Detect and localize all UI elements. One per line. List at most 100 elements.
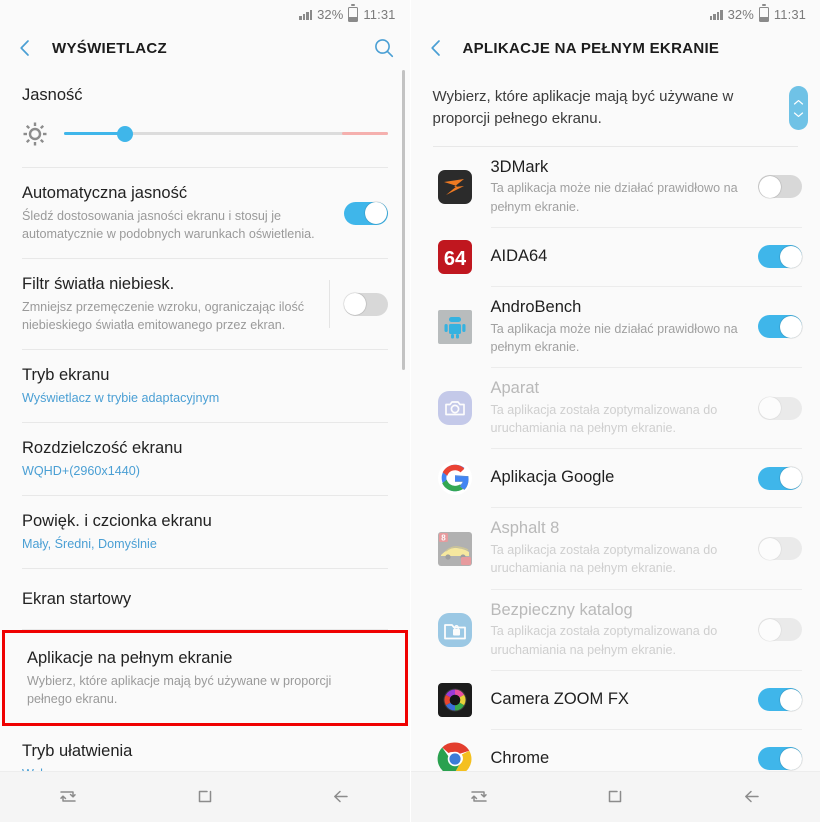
setting-row-blue-light-filter[interactable]: Filtr światła niebiesk. Zmniejsz przemęc…: [0, 259, 410, 349]
action-bar: WYŚWIETLACZ: [0, 28, 410, 68]
clock-label: 11:31: [773, 6, 806, 22]
highlight-box-fullscreen-apps: Aplikacje na pełnym ekranie Wybierz, któ…: [2, 629, 408, 726]
toggle-knob: [779, 467, 802, 490]
dual-screenshot: 32% 11:31 WYŚWIETLACZ Jasność Automatycz…: [0, 0, 820, 822]
app-row-secure-folder[interactable]: Bezpieczny katalog Ta aplikacja została …: [411, 590, 820, 670]
clock-label: 11:31: [363, 6, 396, 22]
setting-subtitle: Wyłączone: [22, 765, 376, 771]
fullscreen-apps-list[interactable]: Wybierz, które aplikacje mają być używan…: [410, 68, 820, 771]
toggle-chrome[interactable]: [758, 747, 802, 771]
setting-row-auto-brightness[interactable]: Automatyczna jasność Śledź dostosowania …: [0, 168, 410, 258]
setting-row-fullscreen-apps[interactable]: Aplikacje na pełnym ekranie Wybierz, któ…: [5, 633, 405, 723]
right-phone-screen: 32% 11:31 APLIKACJE NA PEŁNYM EKRANIE Wy…: [410, 0, 820, 822]
chrome-icon: [437, 741, 473, 771]
action-bar: APLIKACJE NA PEŁNYM EKRANIE: [410, 28, 820, 68]
setting-title: Tryb ułatwienia: [22, 742, 133, 760]
slider-fill: [64, 132, 126, 135]
app-row-asphalt8[interactable]: 8 Asphalt 8 Ta aplikacja została zoptyma…: [411, 508, 820, 588]
app-row-chrome[interactable]: Chrome: [411, 730, 820, 771]
slider-thumb[interactable]: [117, 126, 134, 142]
left-settings-list[interactable]: Jasność Automatyczna jasność Śledź dosto…: [0, 68, 410, 771]
app-name: Camera ZOOM FX: [490, 690, 629, 709]
app-subtitle: Ta aplikacja została zoptymalizowana do …: [490, 543, 718, 576]
app-texts: Bezpieczny katalog Ta aplikacja została …: [491, 601, 759, 659]
app-row-aparat[interactable]: Aparat Ta aplikacja została zoptymalizow…: [411, 368, 820, 448]
setting-subtitle: Zmniejsz przemęczenie wzroku, ograniczaj…: [22, 299, 305, 332]
brightness-slider-row[interactable]: [0, 111, 410, 167]
toggle-blue-light-filter[interactable]: [343, 292, 388, 316]
toggle-separator: [328, 280, 330, 329]
toggle-aparat[interactable]: [758, 396, 802, 420]
setting-row-easy-mode[interactable]: Tryb ułatwienia Wyłączone: [0, 726, 410, 771]
toggle-knob: [779, 688, 802, 711]
toggle-androbench[interactable]: [758, 315, 802, 339]
home-square-icon[interactable]: [175, 777, 235, 817]
back-arrow-icon[interactable]: [722, 777, 782, 817]
toggle-knob: [758, 537, 781, 560]
setting-row-screen-resolution[interactable]: Rozdzielczość ekranu WQHD+(2960x1440): [0, 423, 410, 495]
app-name: Bezpieczny katalog: [490, 600, 633, 619]
battery-percent-label: 32%: [317, 6, 344, 22]
toggle-asphalt8[interactable]: [758, 537, 802, 561]
toggle-auto-brightness[interactable]: [343, 201, 388, 225]
aida64-icon: 64: [437, 239, 473, 275]
app-row-androbench[interactable]: AndroBench Ta aplikacja może nie działać…: [411, 287, 820, 367]
toggle-aida64[interactable]: [758, 245, 802, 269]
recents-icon[interactable]: [449, 777, 509, 817]
toggle-knob: [779, 245, 802, 268]
scrollbar[interactable]: [402, 70, 405, 370]
setting-texts: Powięk. i czcionka ekranu Mały, Średni, …: [22, 511, 388, 553]
toggle-knob: [758, 397, 781, 420]
app-name: AIDA64: [490, 246, 548, 265]
list-description: Wybierz, które aplikacje mają być używan…: [432, 88, 734, 127]
toggle-knob: [365, 202, 387, 225]
back-chevron-icon[interactable]: [425, 37, 447, 59]
slider-warm-segment: [342, 132, 388, 135]
app-row-aida64[interactable]: 64 AIDA64: [411, 228, 820, 286]
setting-texts: Aplikacje na pełnym ekranie Wybierz, któ…: [27, 648, 383, 708]
app-texts: AIDA64: [491, 247, 759, 267]
setting-texts: Filtr światła niebiesk. Zmniejsz przemęc…: [22, 274, 329, 334]
setting-row-screen-zoom-font[interactable]: Powięk. i czcionka ekranu Mały, Średni, …: [0, 496, 410, 568]
page-title: APLIKACJE NA PEŁNYM EKRANIE: [462, 39, 720, 57]
status-bar: 32% 11:31: [0, 0, 410, 28]
app-row-google[interactable]: Aplikacja Google: [411, 449, 820, 507]
brightness-slider[interactable]: [64, 125, 388, 143]
home-square-icon[interactable]: [585, 777, 645, 817]
svg-text:64: 64: [443, 248, 466, 270]
app-row-3dmark[interactable]: 3DMark Ta aplikacja może nie działać pra…: [411, 147, 820, 227]
scroll-up-down-icon[interactable]: [789, 86, 808, 130]
app-texts: Aparat Ta aplikacja została zoptymalizow…: [491, 379, 759, 437]
app-name: 3DMark: [490, 157, 549, 176]
battery-percent-label: 32%: [727, 6, 754, 22]
search-icon[interactable]: [372, 36, 396, 60]
asphalt8-icon: 8: [437, 531, 473, 567]
toggle-secure-folder[interactable]: [758, 618, 802, 642]
navigation-bar: [410, 771, 820, 822]
setting-texts: Rozdzielczość ekranu WQHD+(2960x1440): [22, 438, 388, 480]
toggle-google[interactable]: [758, 466, 802, 490]
app-subtitle: Ta aplikacja może nie działać prawidłowo…: [490, 181, 738, 214]
setting-row-home-screen[interactable]: Ekran startowy: [0, 569, 410, 629]
app-texts: Camera ZOOM FX: [491, 690, 759, 710]
back-chevron-icon[interactable]: [14, 37, 36, 59]
setting-texts: Ekran startowy: [22, 589, 388, 610]
google-icon: [437, 460, 473, 496]
toggle-3dmark[interactable]: [758, 175, 802, 199]
androbench-icon: [437, 309, 473, 345]
svg-text:8: 8: [441, 533, 446, 542]
app-texts: 3DMark Ta aplikacja może nie działać pra…: [491, 158, 759, 216]
app-subtitle: Ta aplikacja może nie działać prawidłowo…: [490, 321, 738, 354]
setting-title: Powięk. i czcionka ekranu: [22, 512, 212, 530]
setting-title: Aplikacje na pełnym ekranie: [27, 648, 233, 667]
back-arrow-icon[interactable]: [311, 777, 371, 817]
toggle-camera-zoom-fx[interactable]: [758, 688, 802, 712]
app-row-camera-zoom-fx[interactable]: Camera ZOOM FX: [411, 671, 820, 729]
brightness-label: Jasność: [22, 86, 83, 104]
app-texts: Aplikacja Google: [491, 468, 759, 488]
recents-icon[interactable]: [38, 777, 98, 817]
setting-row-screen-mode[interactable]: Tryb ekranu Wyświetlacz w trybie adaptac…: [0, 350, 410, 422]
app-name: Aplikacja Google: [490, 468, 615, 487]
signal-bars-icon: [299, 9, 313, 20]
toggle-knob: [779, 315, 802, 338]
